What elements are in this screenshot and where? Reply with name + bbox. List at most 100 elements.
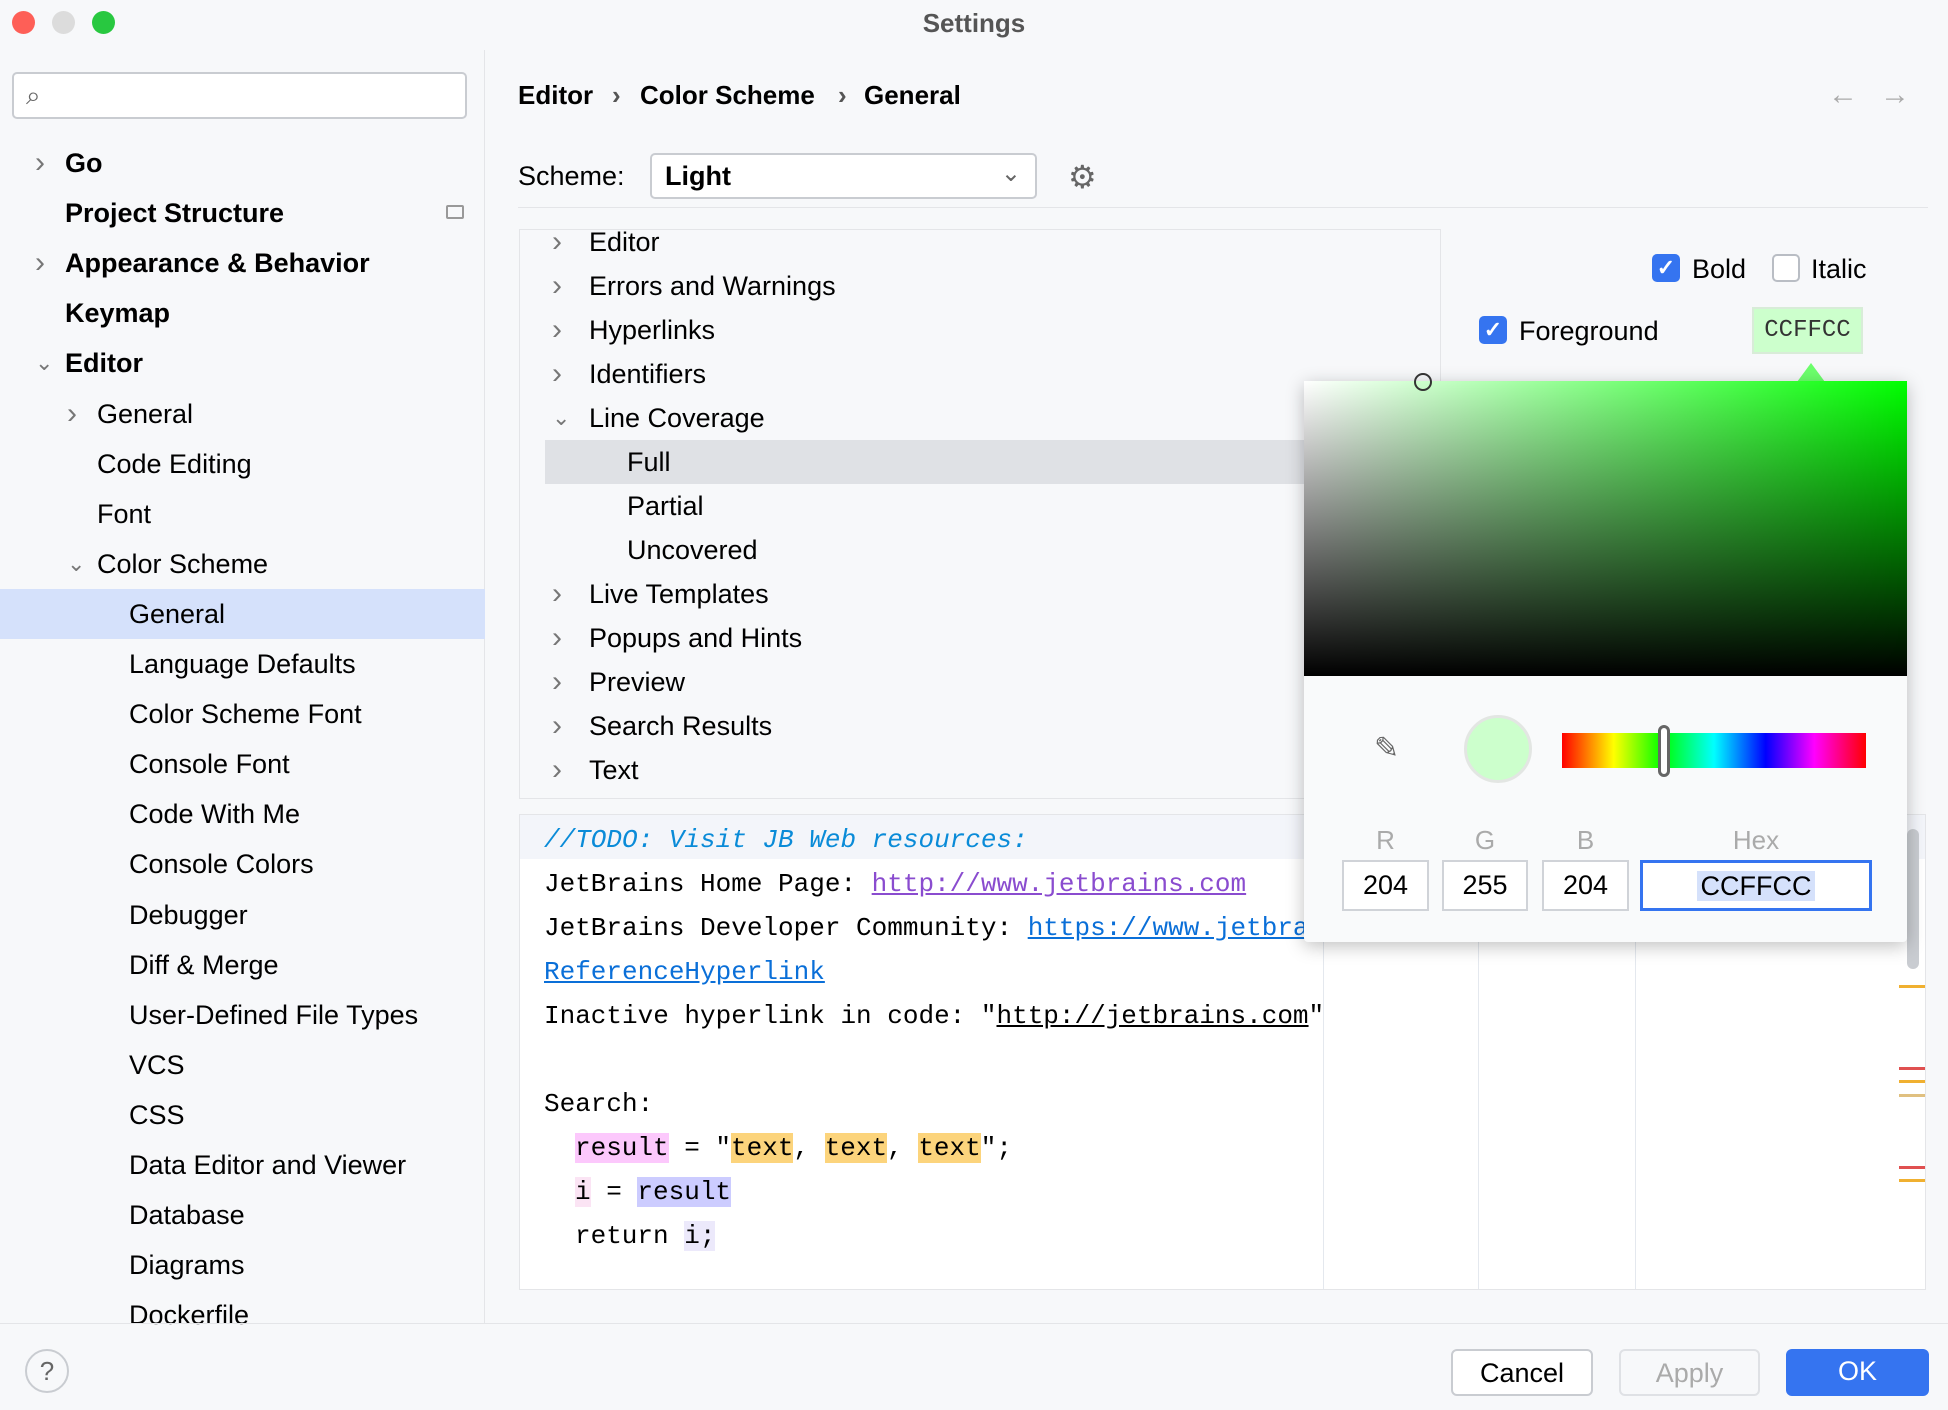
red-input[interactable]: 204 xyxy=(1342,860,1429,911)
divider xyxy=(518,207,1928,208)
sidebar-item[interactable]: CSS xyxy=(0,1090,485,1140)
bold-checkbox[interactable]: ✓ xyxy=(1652,254,1680,282)
tree-item[interactable]: ›Hyperlinks xyxy=(520,308,1440,352)
sidebar-item-label: User-Defined File Types xyxy=(129,990,418,1040)
chevron-down-icon[interactable]: ⌄ xyxy=(35,338,53,388)
settings-search-input[interactable]: ⌕ xyxy=(12,72,467,119)
sidebar-item[interactable]: ›Appearance & Behavior xyxy=(0,238,485,288)
tree-item[interactable]: › Popups and Hints xyxy=(520,616,1440,660)
error-stripe-marker[interactable] xyxy=(1899,985,1925,988)
sidebar-item-label: Project Structure xyxy=(65,188,284,238)
error-stripe-marker[interactable] xyxy=(1899,1094,1925,1097)
sidebar-item[interactable]: ⌄Editor xyxy=(0,338,485,388)
breadcrumb-editor[interactable]: Editor xyxy=(518,80,593,111)
foreground-checkbox[interactable]: ✓ xyxy=(1479,316,1507,344)
apply-button[interactable]: Apply xyxy=(1619,1349,1760,1396)
hue-slider-thumb[interactable] xyxy=(1658,725,1670,777)
sidebar-item[interactable]: ›General xyxy=(0,389,485,439)
sidebar-item[interactable]: Color Scheme Font xyxy=(0,689,485,739)
error-stripe-marker[interactable] xyxy=(1899,1080,1925,1083)
hyperlink[interactable]: https://www.jetbra xyxy=(1028,913,1309,943)
sidebar-item[interactable]: Font xyxy=(0,489,485,539)
foreground-color-swatch[interactable]: CCFFCC xyxy=(1752,307,1863,354)
sidebar-item[interactable]: Debugger xyxy=(0,890,485,940)
hex-label: Hex xyxy=(1640,825,1872,856)
window-title: Settings xyxy=(0,8,1948,39)
sidebar-item[interactable]: Project Structure xyxy=(0,188,485,238)
breadcrumb-color-scheme[interactable]: Color Scheme xyxy=(640,80,815,111)
tree-item[interactable]: ›Preview xyxy=(520,660,1440,704)
sidebar-item[interactable]: Diff & Merge xyxy=(0,940,485,990)
chevron-right-icon[interactable]: › xyxy=(67,389,77,439)
text: , xyxy=(887,1133,918,1163)
eyedropper-icon[interactable]: ✎ xyxy=(1374,731,1399,766)
tree-item[interactable]: ⌄Line Coverage xyxy=(520,396,1440,440)
tree-item[interactable]: Partial xyxy=(520,484,1440,528)
tree-item[interactable]: ›Search Results xyxy=(520,704,1440,748)
sidebar-item[interactable]: General xyxy=(0,589,485,639)
sidebar-item[interactable]: ›Go xyxy=(0,138,485,188)
sidebar-item[interactable]: Diagrams xyxy=(0,1240,485,1290)
error-stripe-marker[interactable] xyxy=(1899,1179,1925,1182)
ok-button[interactable]: OK xyxy=(1786,1349,1929,1396)
sidebar-item[interactable]: VCS xyxy=(0,1040,485,1090)
tree-item[interactable]: ›Text xyxy=(520,748,1440,792)
green-input[interactable]: 255 xyxy=(1442,860,1528,911)
hex-value: CCFFCC xyxy=(1697,871,1816,901)
chevron-right-icon[interactable]: › xyxy=(552,308,562,352)
sidebar-item[interactable]: Database xyxy=(0,1190,485,1240)
scrollbar[interactable] xyxy=(1907,829,1919,969)
chevron-right-icon[interactable]: › xyxy=(552,352,562,396)
tree-item[interactable]: ›Live Templates xyxy=(520,572,1440,616)
gear-icon[interactable]: ⚙ xyxy=(1068,158,1097,196)
sidebar-item[interactable]: Data Editor and Viewer xyxy=(0,1140,485,1190)
tree-item[interactable]: ›Errors and Warnings xyxy=(520,264,1440,308)
chevron-right-icon[interactable]: › xyxy=(552,704,562,748)
tree-item[interactable]: ›Editor xyxy=(520,220,1440,264)
chevron-right-icon[interactable]: › xyxy=(35,238,45,288)
tree-item[interactable]: ›Identifiers xyxy=(520,352,1440,396)
error-stripe-marker[interactable] xyxy=(1899,1166,1925,1169)
sidebar-item[interactable]: Code With Me xyxy=(0,789,485,839)
color-cursor[interactable] xyxy=(1414,373,1432,391)
sidebar-item[interactable]: Console Colors xyxy=(0,839,485,889)
blue-input[interactable]: 204 xyxy=(1542,860,1629,911)
reference-hyperlink[interactable]: ReferenceHyperlink xyxy=(544,950,825,994)
text: "; xyxy=(981,1133,1012,1163)
sidebar-item[interactable]: Code Editing xyxy=(0,439,485,489)
chevron-right-icon[interactable]: › xyxy=(552,660,562,704)
identifier-write: i xyxy=(575,1177,591,1207)
tree-item-label: Popups and Hints xyxy=(589,616,802,660)
tree-item[interactable]: Uncovered xyxy=(520,528,1440,572)
chevron-down-icon[interactable]: ⌄ xyxy=(552,396,570,440)
sidebar-item[interactable]: Dockerfile xyxy=(0,1290,485,1340)
saturation-brightness-area[interactable] xyxy=(1304,381,1907,676)
hyperlink-visited[interactable]: http://www.jetbrains.com xyxy=(872,869,1246,899)
text: Inactive hyperlink in code: " xyxy=(544,1001,996,1031)
cancel-button[interactable]: Cancel xyxy=(1451,1349,1593,1396)
sidebar-item-label: Font xyxy=(97,489,151,539)
forward-arrow-icon[interactable]: → xyxy=(1880,78,1910,112)
hue-slider[interactable] xyxy=(1562,733,1866,768)
error-stripe-marker[interactable] xyxy=(1899,1067,1925,1070)
chevron-right-icon[interactable]: › xyxy=(552,748,562,792)
scheme-dropdown[interactable]: Light ⌄ xyxy=(650,153,1037,199)
sidebar-item[interactable]: Keymap xyxy=(0,288,485,338)
chevron-right-icon[interactable]: › xyxy=(552,572,562,616)
back-arrow-icon[interactable]: ← xyxy=(1828,78,1858,112)
sidebar-item[interactable]: ⌄Color Scheme xyxy=(0,539,485,589)
chevron-right-icon[interactable]: › xyxy=(552,616,562,660)
chevron-right-icon[interactable]: › xyxy=(35,138,45,188)
chevron-down-icon[interactable]: ⌄ xyxy=(67,539,85,589)
hex-input[interactable]: CCFFCC xyxy=(1640,860,1872,911)
project-level-icon xyxy=(446,205,464,219)
italic-checkbox[interactable] xyxy=(1772,254,1800,282)
help-button[interactable]: ? xyxy=(25,1349,69,1393)
code-line: result = "text, text, text"; xyxy=(575,1126,1012,1170)
chevron-right-icon[interactable]: › xyxy=(552,220,562,264)
sidebar-item[interactable]: Language Defaults xyxy=(0,639,485,689)
sidebar-item[interactable]: Console Font xyxy=(0,739,485,789)
sidebar-item-label: CSS xyxy=(129,1090,185,1140)
chevron-right-icon[interactable]: › xyxy=(552,264,562,308)
sidebar-item[interactable]: User-Defined File Types xyxy=(0,990,485,1040)
